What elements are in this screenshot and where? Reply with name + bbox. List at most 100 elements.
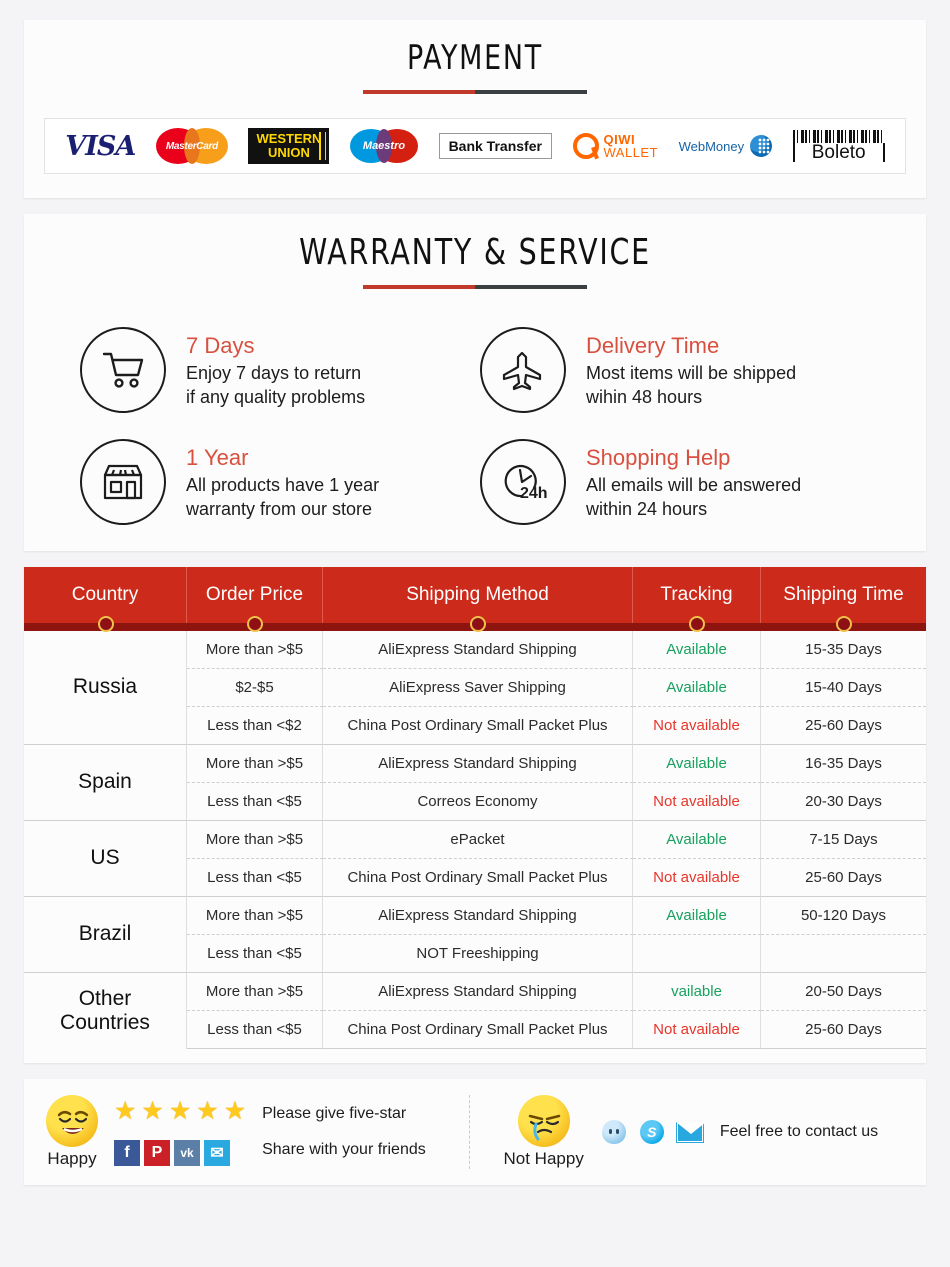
table-row: Less than <$5 China Post Ordinary Small P… [187, 859, 926, 897]
feature-line-1: Most items will be shipped [586, 362, 797, 383]
warranty-header: WARRANTY & SERVICE [24, 214, 926, 289]
shipping-time-cell: 25-60 Days [761, 1011, 926, 1049]
boleto-label: Boleto [792, 142, 885, 163]
messenger-icon[interactable] [600, 1120, 628, 1144]
feature-shopping-help: 24h Shopping Help All emails will be ans… [480, 439, 870, 525]
shipping-time-cell: 25-60 Days [761, 707, 926, 745]
qiwi-line2: WALLET [603, 145, 659, 160]
tracking-cell: Not available [633, 859, 761, 897]
tracking-cell: Available [633, 669, 761, 707]
order-price-cell: More than >$5 [187, 745, 323, 783]
star-icon[interactable]: ★ [114, 1098, 136, 1124]
payment-header: PAYMENT [24, 20, 926, 94]
twitter-icon[interactable]: ✉ [204, 1139, 230, 1166]
shipping-method-cell: AliExpress Standard Shipping [323, 745, 633, 783]
payment-logo-boleto: Boleto [792, 129, 885, 163]
column-header-shipping-method: Shipping Method [323, 567, 633, 623]
product-description-page: PAYMENT VISA MasterCard WESTERN UNION Ma… [0, 0, 950, 1267]
country-column: Russia Spain US Brazil Other Countries [24, 631, 187, 1049]
feature-line-2: within 24 hours [586, 498, 708, 519]
rule-right-dark [475, 90, 587, 94]
svg-text:24h: 24h [520, 485, 548, 502]
shipping-method-cell: China Post Ordinary Small Packet Plus [323, 1011, 633, 1049]
order-price-cell: Less than <$5 [187, 935, 323, 973]
country-cell: Brazil [24, 897, 187, 973]
storefront-icon [80, 439, 166, 525]
feature-line-1: Enjoy 7 days to return [186, 362, 362, 383]
column-marker-dot [835, 616, 852, 632]
contact-icons[interactable]: S [600, 1120, 704, 1144]
country-cell: Spain [24, 745, 187, 821]
feature-title: Delivery Time [586, 332, 720, 358]
shipping-time-cell: 16-35 Days [761, 745, 926, 783]
feature-title: 1 Year [186, 444, 249, 470]
wu-line1: WESTERN [256, 131, 322, 147]
feature-delivery-time: Delivery Time Most items will be shipped… [480, 327, 870, 413]
shipping-time-cell: 20-30 Days [761, 783, 926, 821]
webmoney-globe-icon [750, 135, 773, 157]
table-row: Less than <$5 Correos Economy Not availabl… [187, 783, 926, 821]
qiwi-icon: QIWI WALLET [572, 133, 659, 159]
shipping-method-cell: AliExpress Saver Shipping [323, 669, 633, 707]
payment-logo-visa: VISA [65, 131, 136, 162]
feature-line-1: All emails will be answered [586, 474, 802, 495]
social-share-buttons[interactable]: f Pvk ✉ [114, 1139, 246, 1166]
payment-logo-bank-transfer: Bank Transfer [438, 133, 552, 159]
shipping-table-section: Country Order Price Shipping Method Trackin… [24, 567, 926, 1063]
shopping-cart-icon [80, 327, 166, 413]
shipping-method-cell: Correos Economy [323, 783, 633, 821]
column-marker-dot [470, 616, 486, 632]
email-icon[interactable] [675, 1120, 704, 1144]
warranty-section: WARRANTY & SERVICE 7 Days Enjoy 7 days t… [24, 214, 926, 551]
table-row: Less than <$2 China Post Ordinary Small P… [187, 707, 926, 745]
feature-1-year-text: 1 Year All products have 1 year warranty… [186, 443, 379, 522]
airplane-icon [480, 327, 566, 413]
barcode-icon [792, 129, 885, 143]
bank-transfer-label: Bank Transfer [438, 133, 552, 159]
star-rating[interactable]: ★ ★ ★ ★ ★ [114, 1098, 246, 1124]
table-row: Less than <$5 NOT Freeshipping [187, 935, 926, 973]
rule-left-red [363, 285, 475, 289]
webmoney-icon: WebMoney [679, 135, 773, 157]
vk-icon[interactable]: vk [174, 1139, 200, 1166]
tracking-cell: Available [633, 821, 761, 859]
table-row: More than >$5 ePacket Available 7-15 Days [187, 821, 926, 859]
feature-shopping-help-text: Shopping Help All emails will be answere… [586, 443, 801, 522]
star-icon[interactable]: ★ [196, 1098, 218, 1124]
webmoney-label: WebMoney [678, 138, 745, 154]
column-header-tracking: Tracking [633, 567, 761, 623]
feedback-not-happy-block: Not Happy S Feel free to contact us [468, 1095, 927, 1169]
western-union-icon: WESTERN UNION [248, 128, 330, 164]
happy-actions-column: ★ ★ ★ ★ ★ f Pvk ✉ [114, 1098, 246, 1166]
order-price-cell: Less than <$5 [187, 783, 323, 821]
facebook-icon[interactable]: f [114, 1139, 140, 1166]
table-row: $2-$5 AliExpress Saver Shipping Available 1… [187, 669, 926, 707]
mastercard-label: MasterCard [165, 140, 218, 152]
country-cell: US [24, 821, 187, 897]
qiwi-text: QIWI WALLET [604, 133, 659, 159]
shipping-table-band [24, 616, 926, 632]
pinterest-icon[interactable]: P [144, 1139, 170, 1166]
column-marker-dot [689, 616, 705, 632]
star-icon[interactable]: ★ [141, 1098, 163, 1124]
star-icon[interactable]: ★ [169, 1098, 191, 1124]
skype-icon[interactable]: S [638, 1120, 666, 1144]
feature-line-2: warranty from our store [186, 498, 373, 519]
feature-delivery-time-text: Delivery Time Most items will be shipped… [586, 331, 796, 410]
column-marker-dot [247, 616, 263, 632]
column-header-country: Country [24, 567, 187, 623]
happy-face-icon [46, 1095, 98, 1147]
shipping-method-cell: China Post Ordinary Small Packet Plus [323, 707, 633, 745]
order-price-cell: More than >$5 [187, 897, 323, 935]
shipping-method-cell: AliExpress Standard Shipping [323, 631, 633, 669]
star-icon[interactable]: ★ [224, 1098, 246, 1124]
feature-title: 7 Days [186, 332, 255, 358]
happy-texts: Please give five-star Share with your fr… [262, 1105, 426, 1159]
payment-logo-western-union: WESTERN UNION [248, 128, 330, 164]
shipping-method-cell: ePacket [323, 821, 633, 859]
clock-24h-icon: 24h [480, 439, 566, 525]
table-bottom-padding [24, 1049, 926, 1063]
shipping-method-cell: China Post Ordinary Small Packet Plus [323, 859, 633, 897]
wu-line2: UNION [267, 145, 310, 160]
shipping-time-cell [761, 935, 926, 973]
